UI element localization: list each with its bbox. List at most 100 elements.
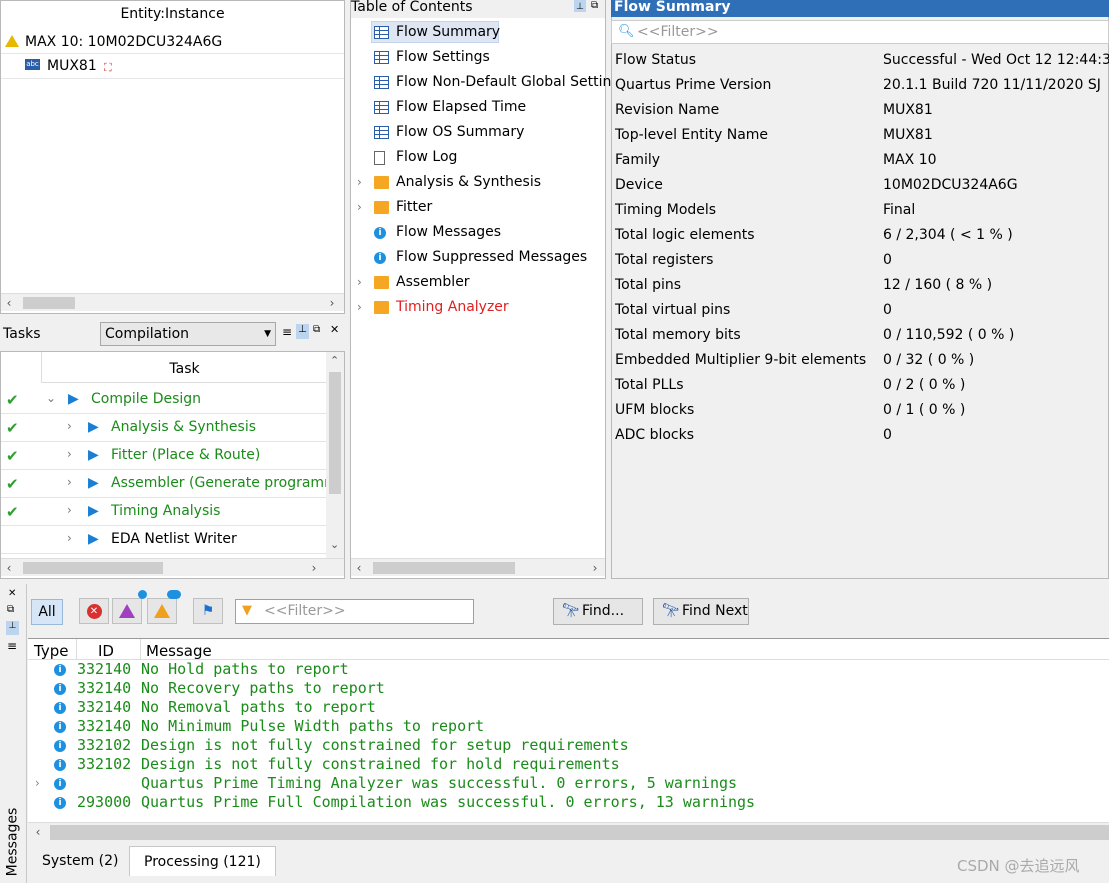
scroll-right-icon[interactable]: › xyxy=(324,294,340,312)
chevron-right-icon[interactable]: › xyxy=(357,295,362,320)
play-icon[interactable]: ▶ xyxy=(88,419,99,435)
tasks-hscroll[interactable]: ‹ › xyxy=(1,558,344,576)
scroll-left-icon[interactable]: ‹ xyxy=(351,559,367,577)
all-button-label: All xyxy=(38,604,56,620)
scroll-left-icon[interactable]: ‹ xyxy=(1,559,17,577)
document-icon xyxy=(374,151,385,165)
scroll-down-icon[interactable]: ⌄ xyxy=(330,538,339,551)
message-row[interactable]: i 332102 Design is not fully constrained f… xyxy=(28,736,1109,755)
task-row-compile-design[interactable]: ✔ ⌄ ▶ Compile Design xyxy=(1,386,326,414)
messages-hscroll[interactable]: ‹ xyxy=(28,822,1109,841)
info-icon: i xyxy=(54,702,66,714)
row-value: MAX 10 xyxy=(883,152,937,168)
row-key: Timing Models xyxy=(615,202,717,218)
error-filter-button[interactable]: ✕ xyxy=(79,598,109,624)
column-message[interactable]: Message xyxy=(146,642,212,660)
scroll-left-icon[interactable]: ‹ xyxy=(1,294,17,312)
suppress-filter-button[interactable]: ⚑ xyxy=(193,598,223,624)
task-column-header[interactable]: Task xyxy=(41,352,327,383)
chevron-right-icon[interactable]: › xyxy=(67,475,72,489)
find-next-label: Find Next xyxy=(682,603,748,619)
message-id: 293000 xyxy=(77,793,132,811)
chevron-right-icon[interactable]: › xyxy=(67,503,72,517)
task-row-fitter[interactable]: ✔ › ▶ Fitter (Place & Route) xyxy=(1,442,326,470)
row-key: Flow Status xyxy=(615,52,697,68)
message-row[interactable]: i 332102 Design is not fully constrained f… xyxy=(28,755,1109,774)
scroll-thumb[interactable] xyxy=(50,825,1109,840)
message-row[interactable]: › i Quartus Prime Timing Analyzer was succ… xyxy=(28,774,1109,793)
task-row-eda-netlist-writer[interactable]: › ▶ EDA Netlist Writer xyxy=(1,526,326,554)
scroll-right-icon[interactable]: › xyxy=(587,559,603,577)
message-row[interactable]: i 332140 No Minimum Pulse Width paths to r… xyxy=(28,717,1109,736)
find-next-button[interactable]: 🔭︎ Find Next xyxy=(653,598,749,625)
pin-icon[interactable]: ⊥ xyxy=(574,0,586,12)
panel-menu-icon[interactable]: ≡ xyxy=(7,639,17,653)
warning-icon xyxy=(154,604,170,618)
chevron-right-icon[interactable]: › xyxy=(357,195,362,220)
critical-warning-filter-button[interactable] xyxy=(112,598,142,624)
toc-hscroll[interactable]: ‹ › xyxy=(351,558,605,576)
chevron-right-icon[interactable]: › xyxy=(67,419,72,433)
pin-icon[interactable]: ⊥ xyxy=(6,621,19,635)
hierarchy-icon: ⛶ xyxy=(104,61,112,74)
message-row[interactable]: i 332140 No Removal paths to report xyxy=(28,698,1109,717)
scroll-thumb[interactable] xyxy=(23,297,75,309)
device-row[interactable]: MAX 10: 10M02DCU324A6G xyxy=(5,30,222,54)
message-id: 332102 xyxy=(77,755,132,773)
check-icon: ✔ xyxy=(6,419,19,437)
scroll-thumb[interactable] xyxy=(373,562,515,574)
close-icon[interactable]: ✕ xyxy=(330,323,339,336)
entity-instance-header[interactable]: Entity:Instance xyxy=(1,1,344,27)
float-icon[interactable]: ⧉ xyxy=(313,324,320,335)
play-icon[interactable]: ▶ xyxy=(88,475,99,491)
play-icon[interactable]: ▶ xyxy=(88,503,99,519)
pin-icon[interactable]: ⊥ xyxy=(296,324,309,339)
chevron-right-icon[interactable]: › xyxy=(35,774,40,793)
search-icon: 🔍︎ xyxy=(618,24,635,39)
message-row[interactable]: i 332140 No Recovery paths to report xyxy=(28,679,1109,698)
chevron-down-icon[interactable]: ⌄ xyxy=(46,391,56,405)
panel-menu-icon[interactable]: ≡ xyxy=(282,325,292,339)
chevron-right-icon[interactable]: › xyxy=(357,170,362,195)
entity-row[interactable]: abc MUX81 ⛶ xyxy=(1,53,344,79)
scroll-right-icon[interactable]: › xyxy=(306,559,322,577)
flow-summary-filter[interactable]: 🔍︎ <<Filter>> xyxy=(611,20,1109,44)
message-row[interactable]: i 332140 No Hold paths to report xyxy=(28,660,1109,679)
row-value: MUX81 xyxy=(883,102,933,118)
messages-filter-input[interactable]: ▼ <<Filter>> xyxy=(235,599,474,624)
float-icon[interactable]: ⧉ xyxy=(7,604,14,615)
close-icon[interactable]: ✕ xyxy=(8,588,16,599)
message-row[interactable]: i 293000 Quartus Prime Full Compilation wa… xyxy=(28,793,1109,812)
column-id[interactable]: ID xyxy=(98,642,114,660)
row-value: 0 / 110,592 ( 0 % ) xyxy=(883,327,1015,343)
message-text: No Recovery paths to report xyxy=(141,679,385,697)
grid-icon xyxy=(374,26,389,39)
all-button[interactable]: All xyxy=(31,599,63,625)
message-text: No Minimum Pulse Width paths to report xyxy=(141,717,485,735)
scroll-thumb[interactable] xyxy=(23,562,163,574)
play-icon[interactable]: ▶ xyxy=(88,447,99,463)
chevron-right-icon[interactable]: › xyxy=(357,270,362,295)
task-row-assembler[interactable]: ✔ › ▶ Assembler (Generate programm xyxy=(1,470,338,498)
info-icon: i xyxy=(54,797,66,809)
find-button[interactable]: 🔭︎ Find... xyxy=(553,598,643,625)
tab-processing[interactable]: Processing (121) xyxy=(129,846,276,876)
tasks-vscroll[interactable]: ⌃ ⌄ xyxy=(326,352,344,558)
task-row-timing-analysis[interactable]: ✔ › ▶ Timing Analysis xyxy=(1,498,326,526)
task-row-analysis-synthesis[interactable]: ✔ › ▶ Analysis & Synthesis xyxy=(1,414,326,442)
play-icon[interactable]: ▶ xyxy=(68,391,79,407)
warning-filter-button[interactable] xyxy=(147,598,177,624)
chevron-right-icon[interactable]: › xyxy=(67,531,72,545)
scroll-thumb[interactable] xyxy=(329,372,341,494)
flow-select[interactable]: Compilation ▼ xyxy=(100,322,276,346)
play-icon[interactable]: ▶ xyxy=(88,531,99,547)
navigator-hscroll[interactable]: ‹ › xyxy=(1,293,344,311)
column-type[interactable]: Type xyxy=(34,642,68,660)
message-id: 332140 xyxy=(77,717,132,735)
scroll-left-icon[interactable]: ‹ xyxy=(30,823,46,841)
tab-system[interactable]: System (2) xyxy=(28,846,133,876)
chevron-down-icon: ▼ xyxy=(264,329,271,339)
scroll-up-icon[interactable]: ⌃ xyxy=(330,354,339,367)
chevron-right-icon[interactable]: › xyxy=(67,447,72,461)
float-icon[interactable]: ⧉ xyxy=(591,0,598,13)
